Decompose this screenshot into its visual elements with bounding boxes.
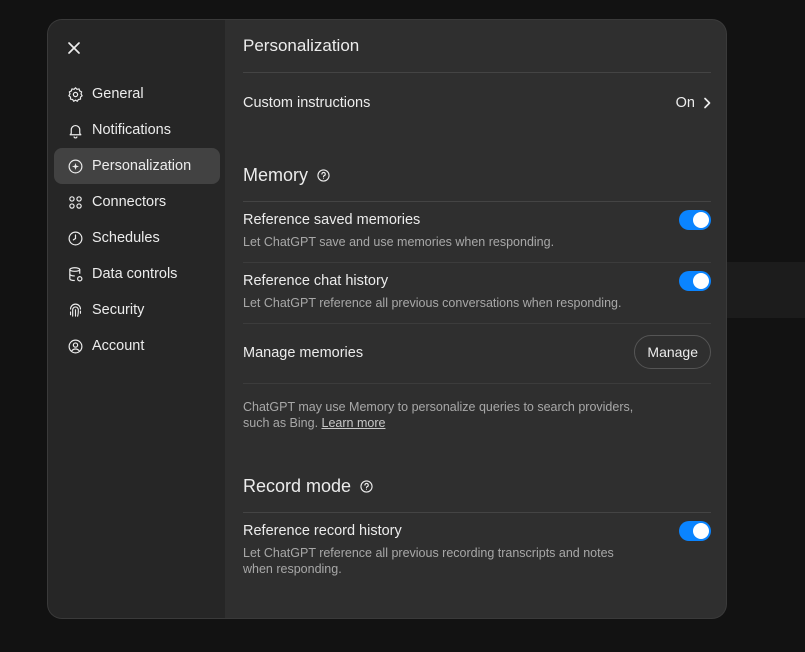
chat-history-toggle[interactable] (679, 271, 711, 291)
sidebar-item-label: General (92, 86, 144, 102)
record-history-toggle[interactable] (679, 521, 711, 541)
memory-note: ChatGPT may use Memory to personalize qu… (243, 399, 633, 431)
clock-icon (66, 229, 84, 247)
saved-memories-desc: Let ChatGPT save and use memories when r… (243, 235, 555, 249)
chat-history-desc: Let ChatGPT reference all previous conve… (243, 296, 622, 310)
sidebar-item-label: Data controls (92, 266, 178, 282)
sidebar-item-personalization[interactable]: Personalization (54, 148, 220, 184)
sidebar-item-security[interactable]: Security (54, 292, 220, 328)
user-circle-icon (66, 337, 84, 355)
record-history-desc: Let ChatGPT reference all previous recor… (243, 545, 614, 577)
sidebar-item-connectors[interactable]: Connectors (54, 184, 220, 220)
personalization-icon (66, 157, 84, 175)
chat-history-label: Reference chat history (243, 273, 389, 289)
memory-section-title: Memory (243, 165, 330, 186)
sidebar-item-account[interactable]: Account (54, 328, 220, 364)
help-icon[interactable] (360, 480, 373, 493)
background-panel (726, 262, 805, 318)
divider (243, 512, 711, 513)
sidebar-item-label: Schedules (92, 230, 160, 246)
sidebar-item-label: Connectors (92, 194, 167, 210)
manage-memories-button[interactable]: Manage (634, 335, 711, 369)
gear-icon (66, 85, 84, 103)
settings-sidebar: General Notifications Personalization Co… (48, 20, 225, 618)
record-history-desc-line1: Let ChatGPT reference all previous recor… (243, 546, 614, 560)
record-history-desc-line2: when responding. (243, 562, 342, 576)
chevron-right-icon (703, 97, 711, 109)
toggle-knob (693, 212, 709, 228)
memory-note-line1: ChatGPT may use Memory to personalize qu… (243, 400, 634, 414)
divider (243, 323, 711, 324)
sidebar-item-schedules[interactable]: Schedules (54, 220, 220, 256)
record-history-label: Reference record history (243, 523, 402, 539)
settings-dialog: General Notifications Personalization Co… (48, 20, 726, 618)
record-mode-title-text: Record mode (243, 476, 352, 496)
bell-icon (66, 121, 84, 139)
fingerprint-icon (66, 301, 84, 319)
custom-instructions-label: Custom instructions (243, 95, 371, 111)
record-mode-section-title: Record mode (243, 476, 373, 497)
toggle-knob (693, 523, 709, 539)
page-title: Personalization (243, 36, 360, 55)
sidebar-item-label: Personalization (92, 158, 192, 174)
memory-note-line2: such as Bing. (243, 416, 322, 430)
custom-instructions-value: On (675, 95, 695, 111)
settings-content: Personalization Custom instructions On M… (225, 20, 726, 618)
sidebar-item-notifications[interactable]: Notifications (54, 112, 220, 148)
manage-memories-label: Manage memories (243, 345, 364, 361)
divider (243, 262, 711, 263)
sidebar-item-label: Account (92, 338, 145, 354)
close-icon (68, 42, 80, 54)
database-icon (66, 265, 84, 283)
help-icon[interactable] (317, 169, 330, 182)
saved-memories-label: Reference saved memories (243, 212, 421, 228)
sidebar-item-label: Security (92, 302, 145, 318)
settings-nav: General Notifications Personalization Co… (54, 76, 220, 364)
learn-more-link[interactable]: Learn more (322, 416, 386, 430)
saved-memories-toggle[interactable] (679, 210, 711, 230)
custom-instructions-button[interactable]: On (676, 95, 711, 111)
sidebar-item-label: Notifications (92, 122, 171, 138)
connectors-icon (66, 193, 84, 211)
sidebar-item-general[interactable]: General (54, 76, 220, 112)
memory-title-text: Memory (243, 165, 309, 185)
divider (243, 201, 711, 202)
close-button[interactable] (62, 36, 86, 60)
divider (243, 72, 711, 73)
sidebar-item-data-controls[interactable]: Data controls (54, 256, 220, 292)
toggle-knob (693, 273, 709, 289)
divider (243, 383, 711, 384)
